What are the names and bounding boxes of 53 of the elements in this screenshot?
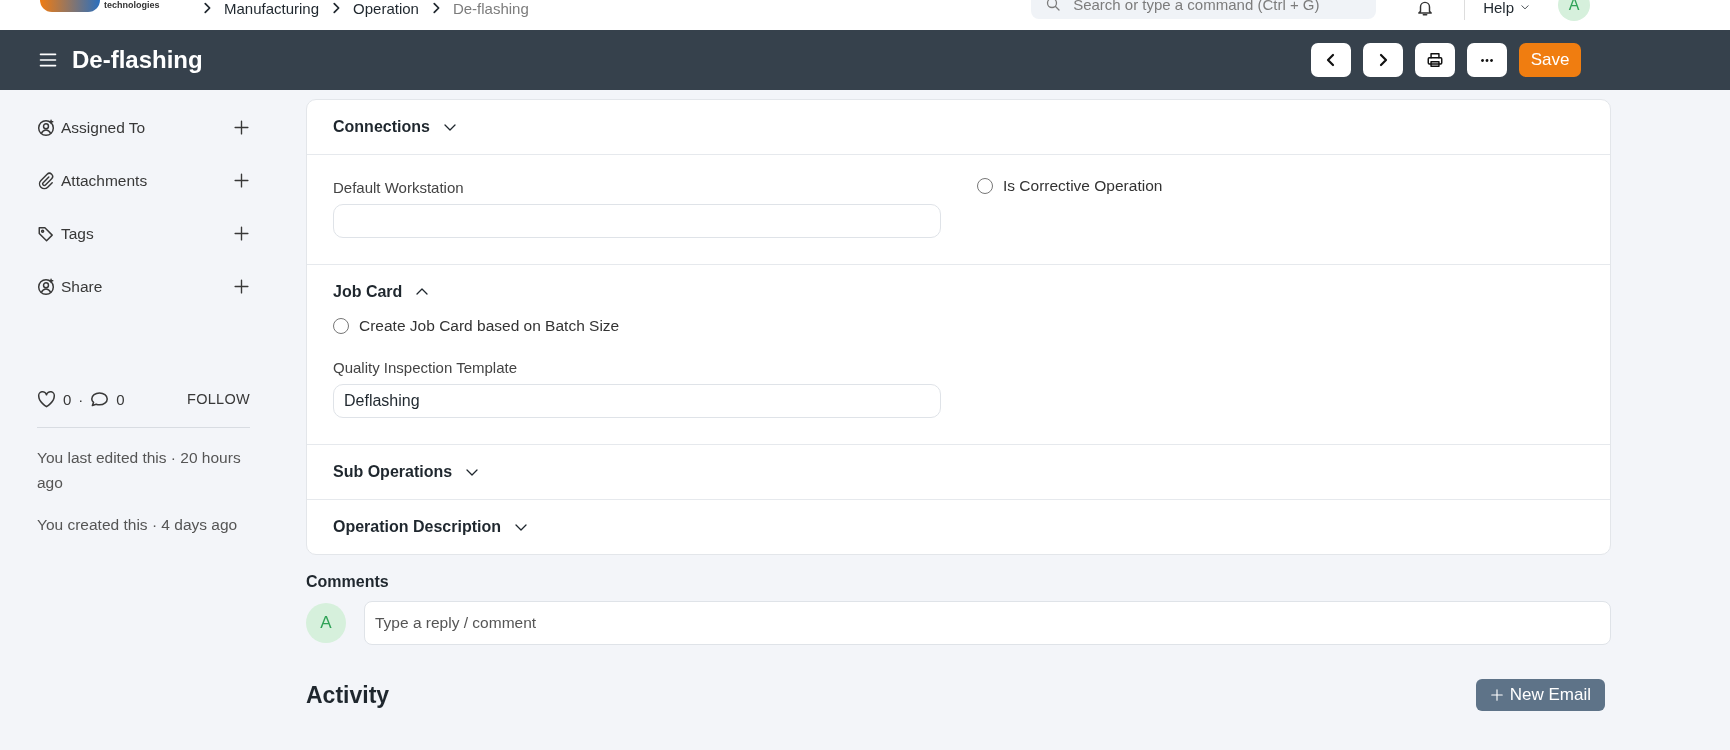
section-header[interactable]: Sub Operations (307, 445, 507, 499)
sidebar-action[interactable]: Share (61, 277, 233, 296)
field-label: Default Workstation (333, 179, 465, 196)
activity-note: You last edited this · 20 hours ago (37, 448, 242, 493)
section-header[interactable]: Job Card (307, 265, 457, 319)
print-button[interactable] (1415, 43, 1455, 77)
input-field[interactable] (333, 204, 941, 238)
previous-button[interactable] (1311, 43, 1351, 77)
sidebar-action[interactable]: Attachments (61, 171, 233, 190)
caret-icon (1520, 2, 1530, 12)
breadcrumb-link[interactable]: De-flashing (452, 0, 529, 17)
comment-icon[interactable] (90, 389, 110, 409)
section-header[interactable]: Connections (307, 100, 484, 154)
paperclip-icon (37, 171, 55, 190)
new-email-button[interactable]: New Email (1475, 679, 1605, 711)
share-user-icon (37, 277, 55, 296)
add-icon[interactable] (233, 119, 250, 136)
like-count: 0 (63, 390, 72, 408)
help-menu[interactable]: Help (1483, 0, 1530, 16)
more-button[interactable] (1467, 43, 1507, 77)
search-icon (1045, 0, 1062, 12)
sidebar-action[interactable]: Assigned To (61, 118, 233, 137)
checkbox[interactable] (977, 178, 993, 194)
activity-heading: Activity (306, 681, 391, 709)
section-header[interactable]: Operation Description (307, 500, 556, 554)
logo-text: technologies (104, 0, 160, 10)
assign-user-icon (37, 118, 55, 137)
breadcrumb-link[interactable]: Manufacturing (224, 0, 320, 17)
add-icon[interactable] (233, 225, 250, 242)
tag-icon (37, 224, 55, 243)
bell-icon[interactable] (1416, 0, 1435, 17)
next-button[interactable] (1363, 43, 1403, 77)
comment-field[interactable]: Type a reply / comment (364, 601, 1611, 645)
heart-icon[interactable] (37, 389, 56, 409)
activity-note: You created this · 4 days ago (37, 515, 239, 535)
page-title: De-flashing (72, 46, 204, 74)
add-icon (1489, 688, 1504, 702)
comment-count: 0 (116, 390, 125, 408)
more-icon (1481, 58, 1493, 62)
follow-link[interactable]: FOLLOW (186, 391, 250, 407)
checkbox[interactable] (333, 318, 349, 334)
field-label: Quality Inspection Template (333, 359, 518, 376)
comments-heading: Comments (306, 573, 390, 591)
breadcrumb-link[interactable]: Operation (353, 0, 419, 17)
checkbox-label: Is Corrective Operation (1003, 177, 1163, 195)
user-avatar: A (306, 603, 346, 643)
input-field[interactable]: Deflashing (333, 384, 941, 418)
add-icon[interactable] (233, 172, 250, 189)
sidebar-action[interactable]: Tags (61, 224, 233, 243)
checkbox-label: Create Job Card based on Batch Size (359, 317, 620, 335)
add-icon[interactable] (233, 278, 250, 295)
separator-dot: · (78, 390, 84, 408)
printer-icon (1426, 51, 1444, 69)
